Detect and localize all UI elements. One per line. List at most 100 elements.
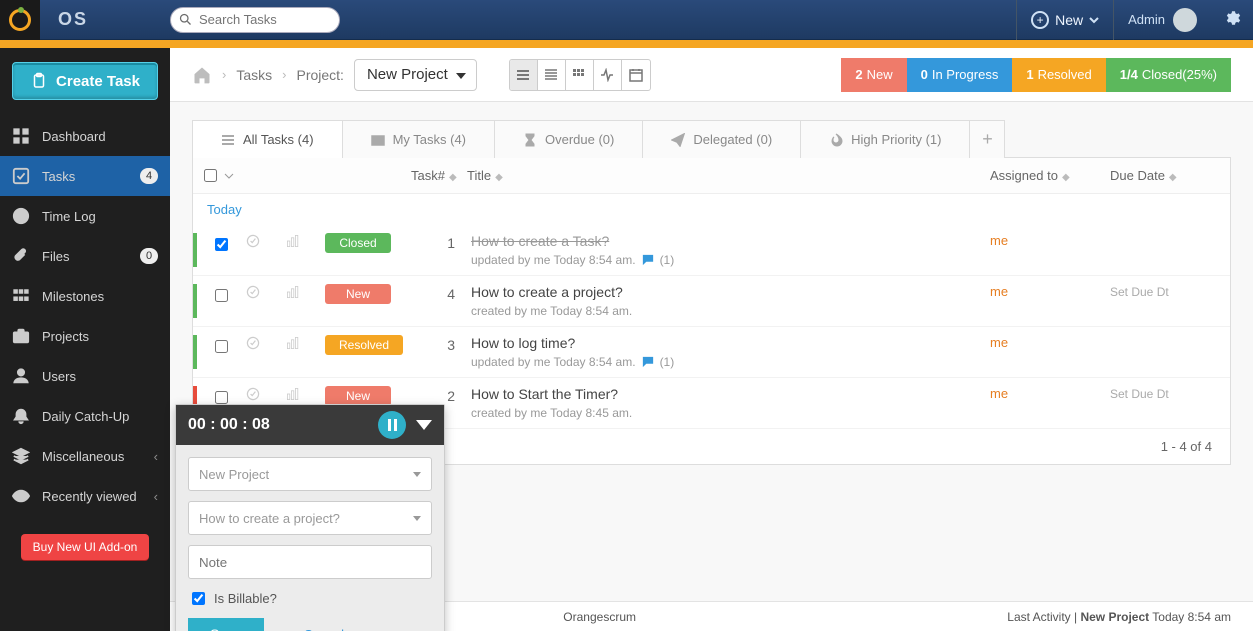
pill-new[interactable]: 2New xyxy=(841,58,906,92)
view-list-detail[interactable] xyxy=(538,60,566,90)
pause-button[interactable] xyxy=(378,411,406,439)
sidebar-item-miscellaneous[interactable]: Miscellaneous‹ xyxy=(0,436,170,476)
status-badge[interactable]: Resolved xyxy=(325,335,403,355)
create-task-label: Create Task xyxy=(56,73,140,90)
chart-icon[interactable] xyxy=(285,284,301,300)
chart-icon[interactable] xyxy=(285,335,301,351)
collapse-icon[interactable] xyxy=(416,420,432,430)
task-number: 1 xyxy=(415,233,465,251)
create-task-button[interactable]: Create Task xyxy=(12,62,158,100)
col-title[interactable]: Title xyxy=(467,168,491,183)
col-assigned[interactable]: Assigned to xyxy=(990,168,1058,183)
assigned-to[interactable]: me xyxy=(990,233,1008,248)
pill-inprogress[interactable]: 0In Progress xyxy=(907,58,1013,92)
sidebar-item-daily-catch-up[interactable]: Daily Catch-Up xyxy=(0,396,170,436)
flag-icon[interactable] xyxy=(245,386,261,402)
new-button[interactable]: + New xyxy=(1016,0,1114,40)
flag-icon[interactable] xyxy=(245,335,261,351)
buy-addon-button[interactable]: Buy New UI Add-on xyxy=(21,534,150,560)
pill-closed[interactable]: 1/4Closed(25%) xyxy=(1106,58,1231,92)
sidebar-item-files[interactable]: Files0 xyxy=(0,236,170,276)
chart-icon[interactable] xyxy=(285,386,301,402)
col-tasknum[interactable]: Task# xyxy=(411,168,445,183)
sidebar-item-label: Files xyxy=(42,249,69,264)
assigned-to[interactable]: me xyxy=(990,284,1008,299)
due-date[interactable]: Set Due Dt xyxy=(1110,387,1169,401)
view-grid[interactable] xyxy=(566,60,594,90)
status-badge[interactable]: New xyxy=(325,386,391,406)
sidebar-item-label: Time Log xyxy=(42,209,96,224)
row-checkbox[interactable] xyxy=(215,238,228,251)
sidebar-item-tasks[interactable]: Tasks4 xyxy=(0,156,170,196)
task-title[interactable]: How to create a project? xyxy=(471,284,990,300)
chevron-down-icon xyxy=(1089,15,1099,25)
tab-label: My Tasks (4) xyxy=(393,132,466,147)
breadcrumb-tasks[interactable]: Tasks xyxy=(236,67,272,83)
timer-project-select[interactable]: New Project xyxy=(188,457,432,491)
status-badge[interactable]: Closed xyxy=(325,233,391,253)
user-menu[interactable]: Admin xyxy=(1114,8,1211,32)
timer-cancel-link[interactable]: Cancel xyxy=(303,627,343,631)
sidebar-item-recently-viewed[interactable]: Recently viewed‹ xyxy=(0,476,170,516)
accent-banner xyxy=(0,40,1253,48)
pill-resolved[interactable]: 1Resolved xyxy=(1012,58,1105,92)
tab-overdue-[interactable]: Overdue (0) xyxy=(494,120,643,158)
col-due[interactable]: Due Date xyxy=(1110,168,1165,183)
view-list-compact[interactable] xyxy=(510,60,538,90)
flag-icon[interactable] xyxy=(245,233,261,249)
sidebar-item-time-log[interactable]: Time Log xyxy=(0,196,170,236)
clipboard-icon xyxy=(30,72,48,90)
sidebar-item-milestones[interactable]: Milestones xyxy=(0,276,170,316)
table-row[interactable]: Closed 1 How to create a Task? updated by m… xyxy=(193,225,1230,276)
table-row[interactable]: Resolved3How to log time?updated by me T… xyxy=(193,327,1230,378)
task-subtext: updated by me Today 8:54 am. (1) xyxy=(471,253,990,267)
timer-note-input[interactable] xyxy=(188,545,432,579)
assigned-to[interactable]: me xyxy=(990,335,1008,350)
sidebar-item-dashboard[interactable]: Dashboard xyxy=(0,116,170,156)
sidebar-item-label: Dashboard xyxy=(42,129,106,144)
sidebar-item-users[interactable]: Users xyxy=(0,356,170,396)
chevron-down-icon xyxy=(456,73,466,79)
project-select-value: New Project xyxy=(367,66,448,83)
project-select[interactable]: New Project xyxy=(354,59,477,91)
row-checkbox[interactable] xyxy=(215,289,228,302)
view-activity[interactable] xyxy=(594,60,622,90)
task-title[interactable]: How to Start the Timer? xyxy=(471,386,990,402)
row-checkbox[interactable] xyxy=(215,340,228,353)
tab-delegated-[interactable]: Delegated (0) xyxy=(642,120,801,158)
chart-icon[interactable] xyxy=(285,233,301,249)
breadcrumb-project-label: Project: xyxy=(296,67,343,83)
select-all-checkbox[interactable] xyxy=(204,169,217,182)
tab-high-priority-[interactable]: High Priority (1) xyxy=(800,120,970,158)
tab-label: High Priority (1) xyxy=(851,132,941,147)
task-tabs: All Tasks (4) My Tasks (4) Overdue (0)Dele… xyxy=(192,120,1231,158)
timer-task-select[interactable]: How to create a project? xyxy=(188,501,432,535)
sidebar-item-label: Milestones xyxy=(42,289,104,304)
home-icon[interactable] xyxy=(192,65,212,85)
task-subtext: updated by me Today 8:54 am. (1) xyxy=(471,355,990,369)
add-tab-button[interactable]: + xyxy=(969,120,1005,158)
tab-my-tasks-[interactable]: My Tasks (4) xyxy=(342,120,495,158)
timer-save-button[interactable]: Save xyxy=(188,618,264,631)
chevron-down-icon[interactable] xyxy=(224,171,234,181)
task-title[interactable]: How to create a Task? xyxy=(471,233,990,249)
sidebar-item-label: Miscellaneous xyxy=(42,449,124,464)
table-row[interactable]: New4How to create a project?created by m… xyxy=(193,276,1230,327)
main-area: › Tasks › Project: New Project 2New 0In … xyxy=(170,48,1253,631)
task-title[interactable]: How to log time? xyxy=(471,335,990,351)
sidebar-item-projects[interactable]: Projects xyxy=(0,316,170,356)
footer-brand: Orangescrum xyxy=(563,610,636,624)
row-checkbox[interactable] xyxy=(215,391,228,404)
timer-header: 00 : 00 : 08 xyxy=(176,405,444,445)
assigned-to[interactable]: me xyxy=(990,386,1008,401)
due-date[interactable]: Set Due Dt xyxy=(1110,285,1169,299)
settings-button[interactable] xyxy=(1211,9,1253,30)
tab-all-tasks-[interactable]: All Tasks (4) xyxy=(192,120,343,158)
app-logo[interactable] xyxy=(0,0,40,40)
status-badge[interactable]: New xyxy=(325,284,391,304)
billable-row[interactable]: Is Billable? xyxy=(188,589,432,608)
flag-icon[interactable] xyxy=(245,284,261,300)
billable-checkbox[interactable] xyxy=(192,592,205,605)
view-calendar[interactable] xyxy=(622,60,650,90)
search-input[interactable] xyxy=(170,7,340,33)
